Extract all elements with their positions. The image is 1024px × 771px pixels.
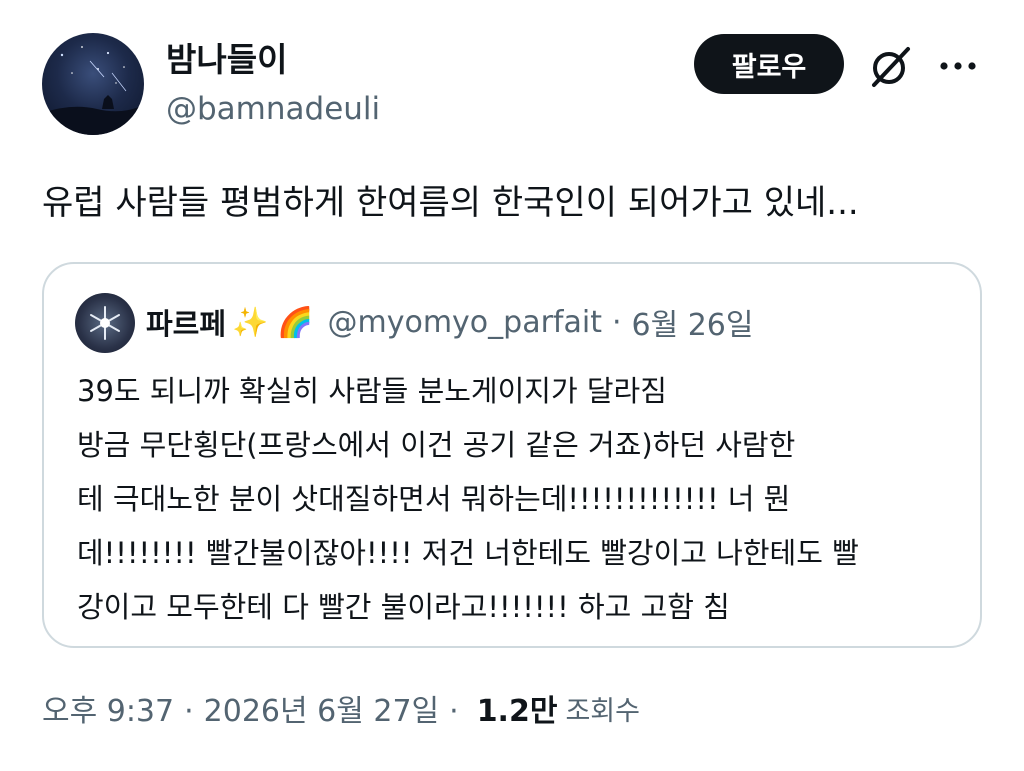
quoted-author-emoji: ✨ 🌈 [232,304,314,339]
quoted-author-avatar[interactable] [75,293,135,353]
views-label: 조회수 [565,696,640,727]
author-handle[interactable]: @bamnadeuli [166,87,380,131]
author-name[interactable]: 밤나들이 [166,38,287,82]
quoted-tweet-header: 파르페 ✨ 🌈 @myomyo_parfait · 6월 26일 [146,298,754,346]
more-options-icon[interactable] [934,46,982,86]
quoted-tweet[interactable]: 파르페 ✨ 🌈 @myomyo_parfait · 6월 26일 39도 되니까… [42,262,982,648]
tweet: 밤나들이 @bamnadeuli 팔로우 유럽 사람들 평범하게 한여름의 한국… [0,0,1024,771]
tweet-text: 유럽 사람들 평범하게 한여름의 한국인이 되어가고 있네... [42,183,859,223]
quoted-text-line: 데!!!!!!!! 빨간불이잖아!!!! 저건 너한테도 빨강이고 나한테도 빨 [77,536,859,570]
quoted-text-line: 방금 무단횡단(프랑스에서 이건 공기 같은 거죠)하던 사람한 [77,428,796,462]
separator-dot: · [611,304,622,340]
tweet-time[interactable]: 오후 9:37 [42,690,174,734]
tweet-meta: 오후 9:37 · 2026년 6월 27일 · 1.2만 조회수 [42,690,640,734]
separator-dot: · [449,694,459,729]
quoted-text-line: 39도 되니까 확실히 사람들 분노게이지가 달라짐 [77,374,667,408]
follow-button[interactable]: 팔로우 [694,34,844,94]
grok-icon[interactable] [864,41,916,93]
quoted-author-name[interactable]: 파르페 [146,301,226,343]
quoted-tweet-date[interactable]: 6월 26일 [632,300,754,344]
author-avatar[interactable] [42,33,144,135]
views-count: 1.2만 [476,694,558,729]
quoted-text-line: 강이고 모두한테 다 빨간 불이라고!!!!!!! 하고 고함 침 [77,590,730,624]
quoted-text-line: 테 극대노한 분이 삿대질하면서 뭐하는데!!!!!!!!!!!!! 너 뭔 [77,482,791,516]
separator-dot: · [184,694,194,729]
quoted-tweet-text: 39도 되니까 확실히 사람들 분노게이지가 달라짐 방금 무단횡단(프랑스에서… [77,364,967,634]
quoted-author-handle[interactable]: @myomyo_parfait [327,305,601,340]
tweet-date[interactable]: 2026년 6월 27일 [204,690,439,734]
